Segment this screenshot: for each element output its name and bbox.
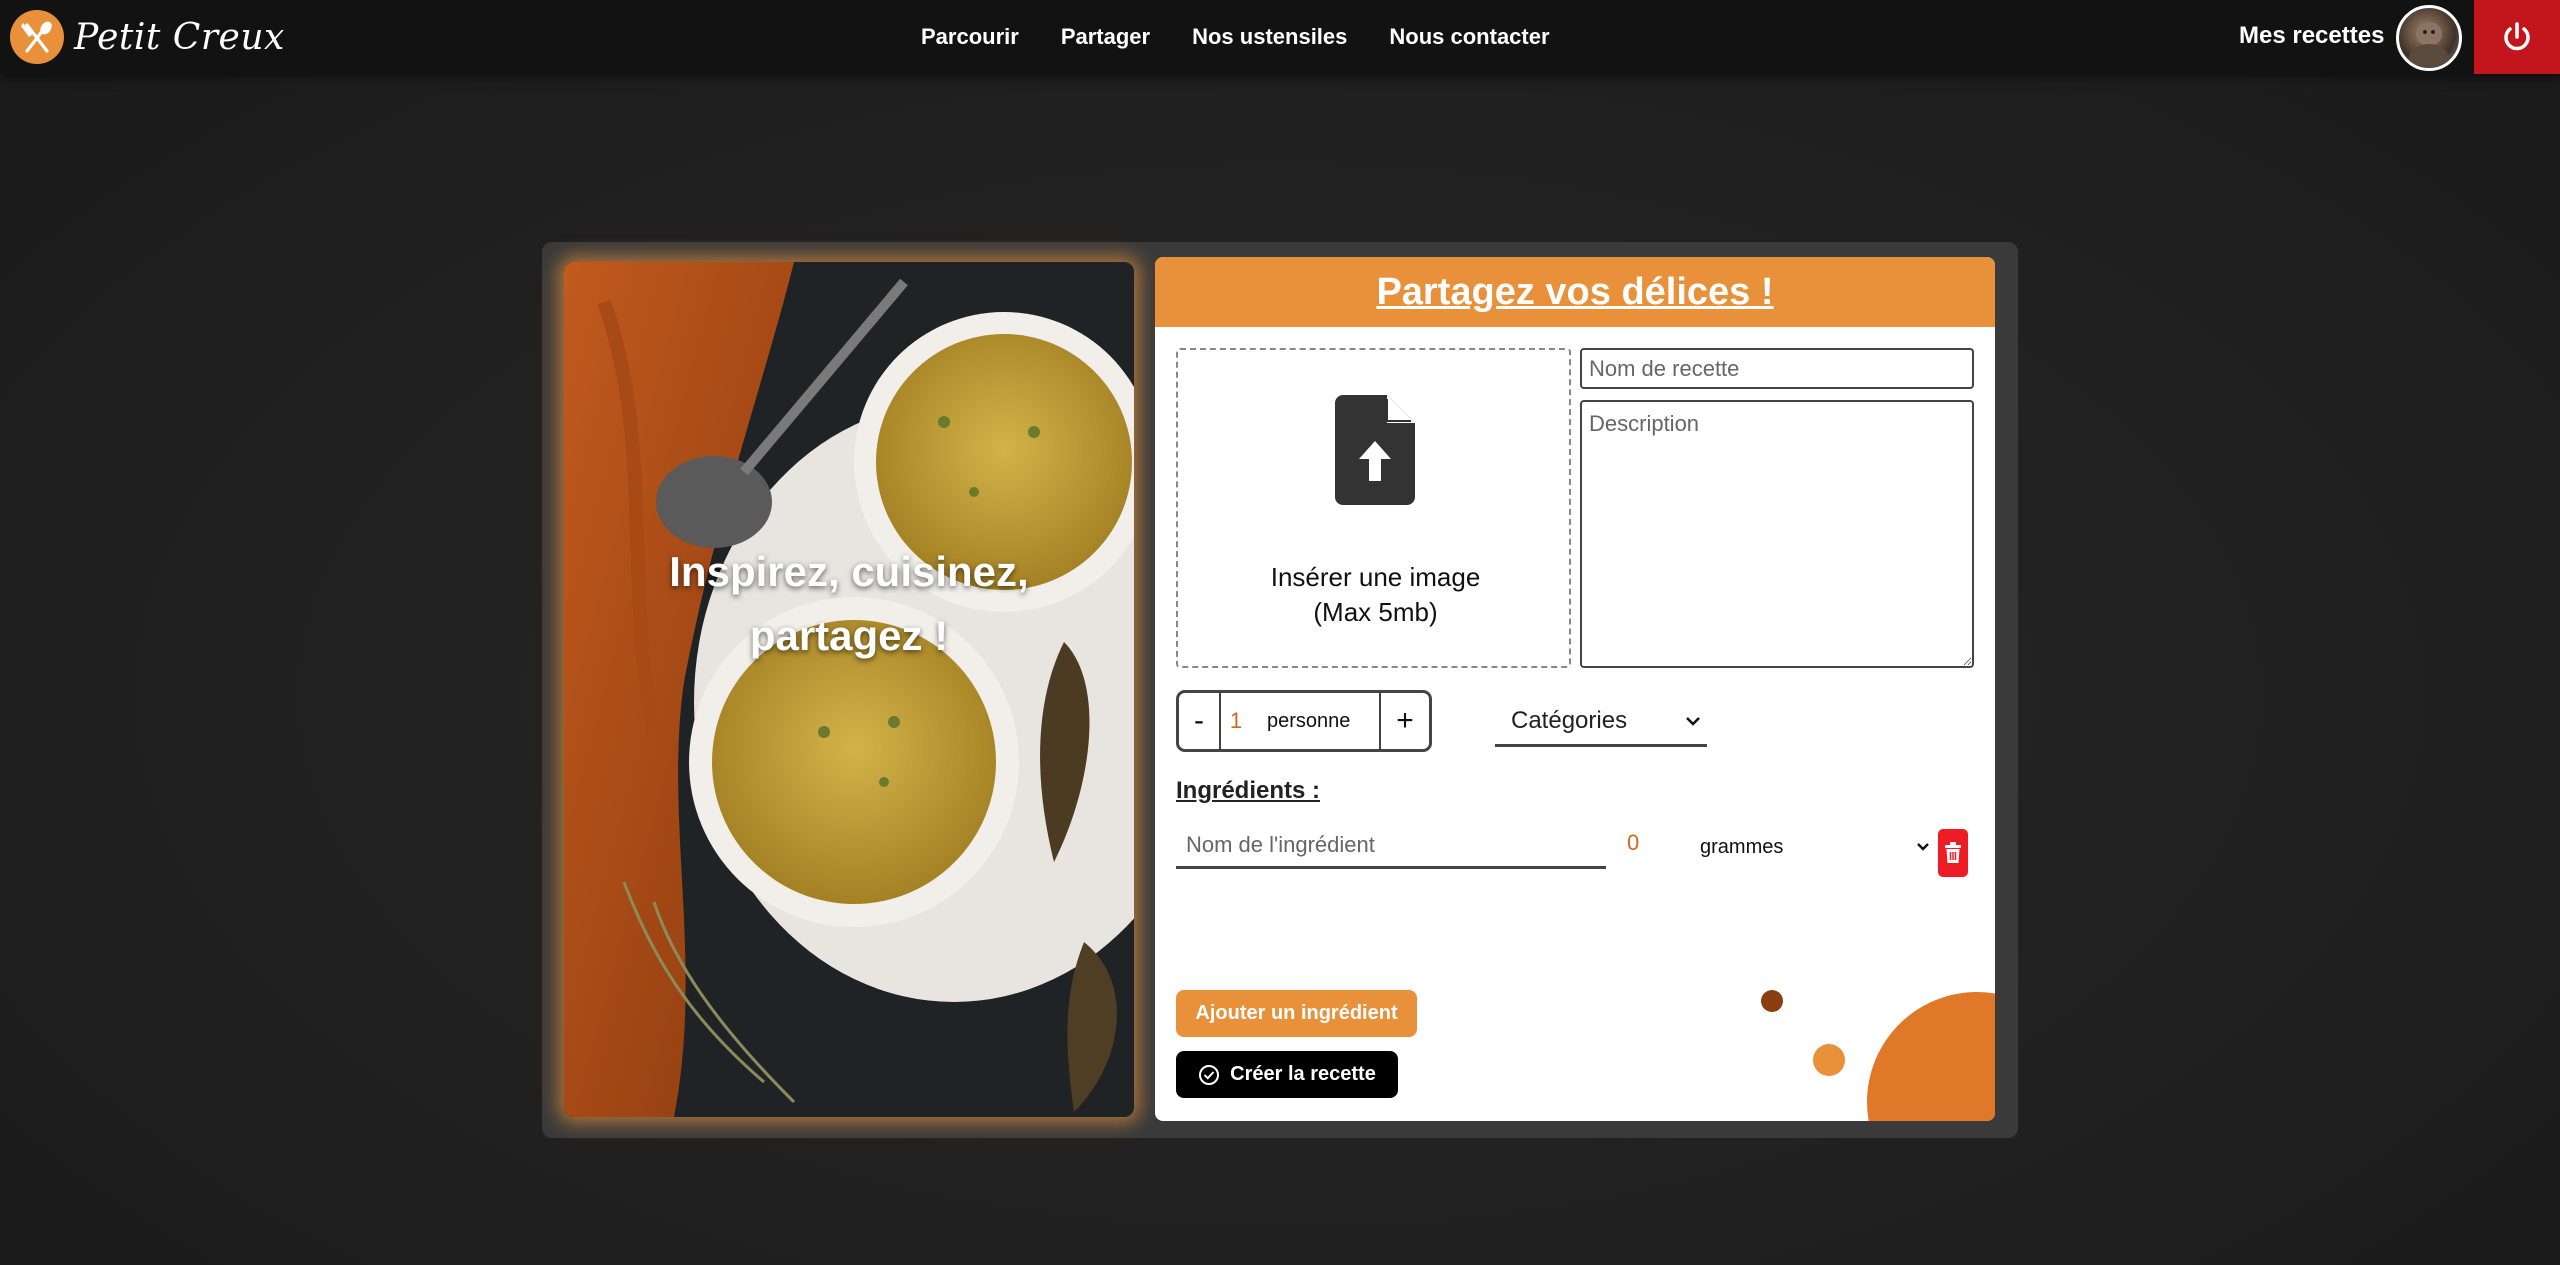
ingredient-unit-select[interactable]: grammes <box>1690 828 1930 866</box>
form-header: Partagez vos délices ! <box>1155 257 1995 327</box>
my-recipes-link[interactable]: Mes recettes <box>2239 22 2384 50</box>
servings-unit: personne <box>1267 709 1351 732</box>
recipe-name-input[interactable] <box>1580 348 1974 389</box>
ingredients-title: Ingrédients : <box>1176 777 1321 804</box>
servings-decrement-button[interactable]: - <box>1179 693 1221 749</box>
brand[interactable]: Petit Creux <box>10 10 285 64</box>
nav-link-contact[interactable]: Nous contacter <box>1389 24 1549 50</box>
nav-links: Parcourir Partager Nos ustensiles Nous c… <box>921 0 1592 74</box>
upload-text: Insérer une image (Max 5mb) <box>1178 560 1573 630</box>
categories-label: Catégories <box>1511 706 1628 734</box>
ingredient-name-input[interactable] <box>1176 823 1606 869</box>
nav-link-browse[interactable]: Parcourir <box>921 24 1019 50</box>
nav-link-utensils[interactable]: Nos ustensiles <box>1192 24 1347 50</box>
servings-value[interactable]: 1 <box>1221 708 1251 734</box>
check-circle-icon <box>1198 1064 1220 1086</box>
top-navbar: Petit Creux Parcourir Partager Nos usten… <box>0 0 2560 74</box>
image-upload[interactable]: Insérer une image (Max 5mb) <box>1176 348 1571 668</box>
ingredient-quantity[interactable]: 0 <box>1627 830 1639 856</box>
brand-name: Petit Creux <box>74 16 285 58</box>
logout-button[interactable] <box>2474 0 2560 74</box>
create-recipe-button[interactable]: Créer la recette <box>1176 1051 1398 1098</box>
categories-select[interactable]: Catégories <box>1495 697 1707 747</box>
file-upload-icon <box>1335 395 1415 505</box>
soup-photo: Inspirez, cuisinez, partagez ! <box>564 262 1134 1117</box>
chevron-down-icon <box>1686 716 1700 726</box>
decorative-dot <box>1813 1044 1845 1076</box>
power-icon <box>2504 22 2530 51</box>
chevron-down-icon <box>1917 843 1929 851</box>
delete-ingredient-button[interactable] <box>1938 829 1968 877</box>
upload-text-line1: Insérer une image <box>1270 562 1481 592</box>
create-recipe-label: Créer la recette <box>1230 1063 1376 1085</box>
fork-knife-icon <box>10 10 64 64</box>
ingredient-unit-label: grammes <box>1700 835 1784 858</box>
description-input[interactable] <box>1580 400 1974 668</box>
avatar[interactable] <box>2396 5 2462 71</box>
recipe-form: Partagez vos délices ! Insérer une image… <box>1155 257 1995 1121</box>
hero-tagline: Inspirez, cuisinez, partagez ! <box>564 540 1134 668</box>
decorative-dot <box>1761 990 1783 1012</box>
hero-tagline-line2: partagez ! <box>749 612 949 659</box>
decorative-circle <box>1867 992 1995 1121</box>
add-ingredient-button[interactable]: Ajouter un ingrédient <box>1176 990 1417 1037</box>
hero-tagline-line1: Inspirez, cuisinez, <box>669 548 1029 595</box>
servings-increment-button[interactable]: + <box>1379 693 1429 749</box>
servings-stepper: - 1 personne + <box>1176 690 1432 752</box>
form-title: Partagez vos délices ! <box>1376 270 1774 313</box>
trash-icon <box>1945 842 1961 863</box>
nav-link-share[interactable]: Partager <box>1061 24 1150 50</box>
upload-text-line2: (Max 5mb) <box>1313 597 1438 627</box>
